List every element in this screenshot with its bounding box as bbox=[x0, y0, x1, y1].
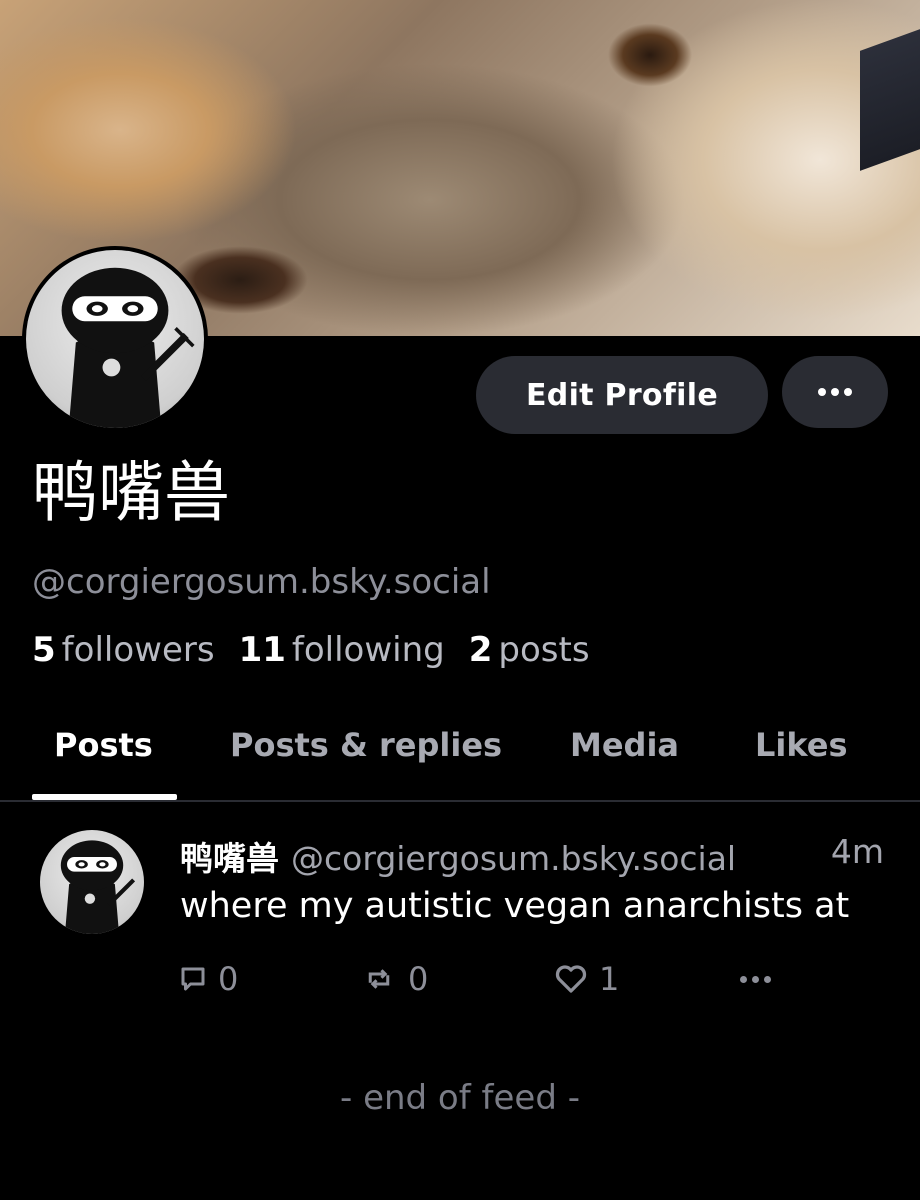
repost-count: 0 bbox=[408, 960, 429, 998]
followers-stat[interactable]: 5 followers bbox=[32, 630, 215, 670]
followers-count: 5 bbox=[32, 630, 56, 670]
profile-stats: 5 followers 11 following 2 posts bbox=[32, 630, 590, 670]
posts-count: 2 bbox=[468, 630, 493, 670]
end-of-feed-label: - end of feed - bbox=[340, 1078, 580, 1118]
reply-count: 0 bbox=[218, 960, 239, 998]
profile-display-name: 鸭嘴兽 bbox=[32, 454, 230, 531]
profile-avatar[interactable] bbox=[22, 246, 208, 432]
post-more-button[interactable] bbox=[740, 958, 771, 1000]
post-author-handle[interactable]: @corgiergosum.bsky.social bbox=[291, 839, 736, 878]
post-author-avatar[interactable] bbox=[40, 830, 144, 934]
following-count: 11 bbox=[238, 630, 286, 670]
more-horizontal-icon bbox=[740, 975, 771, 983]
post-timestamp: 4m bbox=[830, 832, 884, 871]
profile-more-button[interactable] bbox=[782, 356, 888, 428]
followers-label: followers bbox=[61, 630, 215, 670]
ninja-avatar-image bbox=[60, 840, 136, 934]
edit-profile-button[interactable]: Edit Profile bbox=[476, 356, 768, 434]
repost-button[interactable]: 0 bbox=[360, 958, 428, 1000]
tab-likes[interactable]: Likes bbox=[755, 714, 848, 800]
like-button[interactable]: 1 bbox=[553, 958, 619, 1000]
tab-posts-and-replies[interactable]: Posts & replies bbox=[230, 714, 502, 800]
reply-button[interactable]: 0 bbox=[178, 958, 238, 1000]
tab-media[interactable]: Media bbox=[570, 714, 679, 800]
active-tab-indicator bbox=[32, 794, 177, 800]
heart-icon bbox=[555, 965, 587, 993]
speech-bubble-icon bbox=[181, 967, 205, 991]
tab-posts[interactable]: Posts bbox=[54, 714, 153, 800]
following-stat[interactable]: 11 following bbox=[239, 630, 445, 670]
banner-window-detail bbox=[860, 29, 920, 171]
like-count: 1 bbox=[599, 960, 620, 998]
more-horizontal-icon bbox=[818, 388, 852, 396]
post-header: 鸭嘴兽 @corgiergosum.bsky.social 4m bbox=[180, 832, 890, 880]
post-author-name[interactable]: 鸭嘴兽 bbox=[180, 832, 279, 880]
ninja-avatar-image bbox=[26, 250, 204, 428]
post-body-text: where my autistic vegan anarchists at bbox=[180, 886, 850, 926]
repost-arrows-icon bbox=[368, 969, 390, 989]
profile-tabs: Posts Posts & replies Media Likes bbox=[0, 714, 920, 802]
posts-stat: 2 posts bbox=[469, 630, 590, 670]
following-label: following bbox=[291, 630, 445, 670]
posts-label: posts bbox=[498, 630, 590, 670]
profile-handle: @corgiergosum.bsky.social bbox=[32, 562, 491, 602]
